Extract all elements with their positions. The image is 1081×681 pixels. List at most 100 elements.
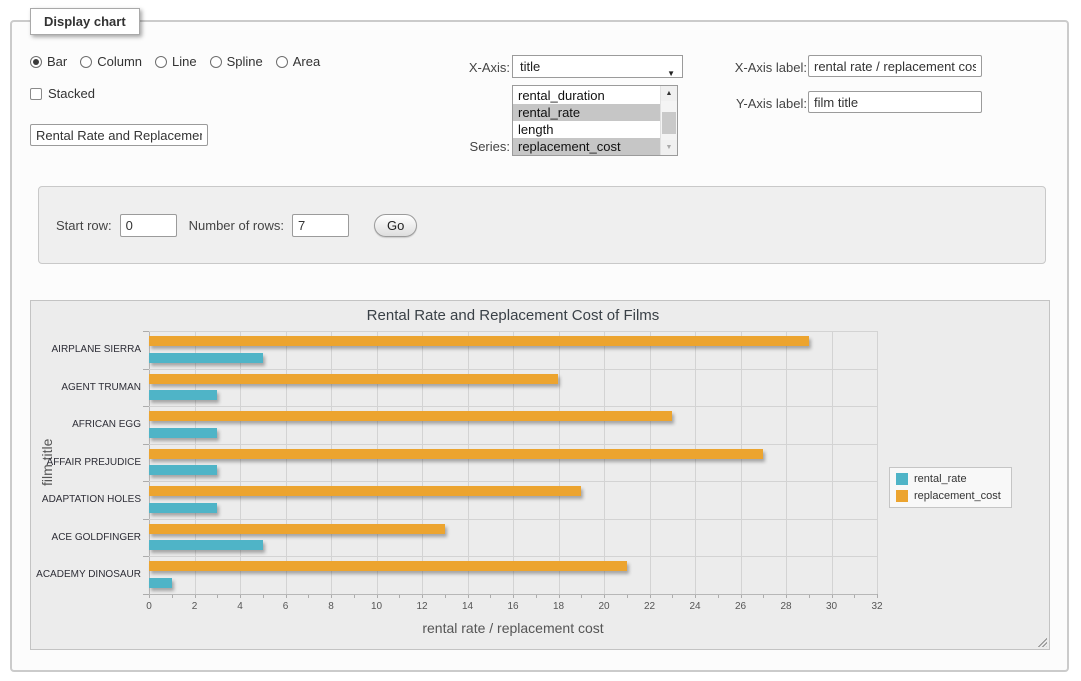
- y-axis-tick: [143, 594, 149, 595]
- radio-icon[interactable]: [210, 56, 222, 68]
- gridline-horizontal: [149, 519, 877, 520]
- x-tick-label: 10: [362, 601, 392, 612]
- chart-type-radio-area[interactable]: Area: [276, 54, 320, 69]
- x-tick-label: 22: [635, 601, 665, 612]
- gridline-horizontal: [149, 444, 877, 445]
- radio-label: Spline: [227, 54, 263, 69]
- chevron-down-icon: ▼: [667, 63, 675, 84]
- x-tick-label: 30: [817, 601, 847, 612]
- series-option-length[interactable]: length: [513, 121, 660, 138]
- gridline-horizontal: [149, 481, 877, 482]
- x-axis-tick: [877, 594, 878, 598]
- bar-rental-rate: [149, 578, 172, 588]
- legend-label: rental_rate: [914, 473, 967, 485]
- chart-type-radio-column[interactable]: Column: [80, 54, 142, 69]
- bar-rental-rate: [149, 503, 217, 513]
- chart-title-input[interactable]: [30, 124, 208, 146]
- stacked-label: Stacked: [48, 86, 95, 101]
- x-tick-label: 6: [271, 601, 301, 612]
- legend-label: replacement_cost: [914, 490, 1001, 502]
- x-tick-label: 12: [407, 601, 437, 612]
- x-axis-line: [149, 594, 877, 595]
- num-rows-label: Number of rows:: [189, 218, 284, 233]
- chart-canvas: Rental Rate and Replacement Cost of Film…: [30, 300, 1050, 650]
- radio-label: Line: [172, 54, 197, 69]
- category-label: ACADEMY DINOSAUR: [31, 556, 149, 594]
- scrollbar-thumb[interactable]: [662, 112, 676, 134]
- panel-title: Display chart: [30, 8, 140, 35]
- x-axis-title: rental rate / replacement cost: [149, 620, 877, 636]
- x-axis-label-input[interactable]: [808, 55, 982, 77]
- bar-replacement-cost: [149, 411, 672, 421]
- x-tick-label: 4: [225, 601, 255, 612]
- bar-rental-rate: [149, 390, 217, 400]
- series-option-replacement_cost[interactable]: replacement_cost: [513, 138, 660, 155]
- x-tick-label: 32: [862, 601, 892, 612]
- series-list-scrollbar[interactable]: ▲ ▼: [660, 86, 677, 155]
- start-row-input[interactable]: [120, 214, 177, 237]
- legend-item-rental_rate[interactable]: rental_rate: [896, 473, 1001, 485]
- bar-rental-rate: [149, 428, 217, 438]
- x-tick-label: 18: [544, 601, 574, 612]
- bar-replacement-cost: [149, 561, 627, 571]
- stacked-checkbox[interactable]: [30, 88, 42, 100]
- radio-icon[interactable]: [30, 56, 42, 68]
- stacked-checkbox-row[interactable]: Stacked: [30, 86, 95, 101]
- x-tick-label: 26: [726, 601, 756, 612]
- row-range-panel: Start row: Number of rows: Go: [38, 186, 1046, 264]
- category-label: ACE GOLDFINGER: [31, 519, 149, 557]
- radio-label: Area: [293, 54, 320, 69]
- series-option-rental_duration[interactable]: rental_duration: [513, 87, 660, 104]
- radio-label: Bar: [47, 54, 67, 69]
- radio-icon[interactable]: [155, 56, 167, 68]
- chart-legend: rental_rate replacement_cost: [889, 467, 1012, 508]
- bar-rental-rate: [149, 540, 263, 550]
- series-option-rental_rate[interactable]: rental_rate: [513, 104, 660, 121]
- gridline-vertical: [650, 331, 651, 594]
- chart-type-radio-bar[interactable]: Bar: [30, 54, 67, 69]
- y-axis-label-input[interactable]: [808, 91, 982, 113]
- legend-item-replacement_cost[interactable]: replacement_cost: [896, 490, 1001, 502]
- x-tick-label: 20: [589, 601, 619, 612]
- bar-rental-rate: [149, 465, 217, 475]
- gridline-horizontal: [149, 406, 877, 407]
- bar-replacement-cost: [149, 524, 445, 534]
- gridline-vertical: [377, 331, 378, 594]
- scroll-up-icon[interactable]: ▲: [661, 86, 677, 101]
- x-tick-label: 24: [680, 601, 710, 612]
- x-tick-label: 16: [498, 601, 528, 612]
- gridline-vertical: [832, 331, 833, 594]
- chart-type-radios: Bar Column Line Spline Area: [30, 54, 320, 69]
- resize-grip-icon[interactable]: [1036, 636, 1047, 647]
- radio-icon[interactable]: [276, 56, 288, 68]
- display-chart-panel: Display chart BarColumnLineSplineArea St…: [10, 20, 1069, 672]
- category-label: ADAPTATION HOLES: [31, 481, 149, 519]
- bar-rental-rate: [149, 353, 263, 363]
- series-list-label: Series:: [442, 139, 510, 154]
- chart-type-radio-spline[interactable]: Spline: [210, 54, 263, 69]
- series-options: rental_durationrental_ratelengthreplacem…: [513, 87, 660, 155]
- radio-label: Column: [97, 54, 142, 69]
- legend-swatch-icon: [896, 473, 908, 485]
- category-label: AFFAIR PREJUDICE: [31, 444, 149, 482]
- bar-replacement-cost: [149, 374, 558, 384]
- gridline-vertical: [559, 331, 560, 594]
- x-axis-select[interactable]: title ▼: [512, 55, 683, 78]
- gridline-vertical: [695, 331, 696, 594]
- chart-type-radio-line[interactable]: Line: [155, 54, 197, 69]
- category-label: AFRICAN EGG: [31, 406, 149, 444]
- gridline-vertical: [513, 331, 514, 594]
- scroll-down-icon[interactable]: ▼: [661, 140, 677, 155]
- y-axis-label-label: Y-Axis label:: [692, 96, 807, 111]
- num-rows-input[interactable]: [292, 214, 349, 237]
- chart-title: Rental Rate and Replacement Cost of Film…: [149, 307, 877, 324]
- x-axis-select-label: X-Axis:: [442, 60, 510, 75]
- radio-icon[interactable]: [80, 56, 92, 68]
- go-button[interactable]: Go: [374, 214, 417, 237]
- gridline-vertical: [331, 331, 332, 594]
- series-listbox[interactable]: rental_durationrental_ratelengthreplacem…: [512, 85, 678, 156]
- gridline-vertical: [468, 331, 469, 594]
- x-tick-label: 8: [316, 601, 346, 612]
- start-row-label: Start row:: [56, 218, 112, 233]
- bar-replacement-cost: [149, 486, 581, 496]
